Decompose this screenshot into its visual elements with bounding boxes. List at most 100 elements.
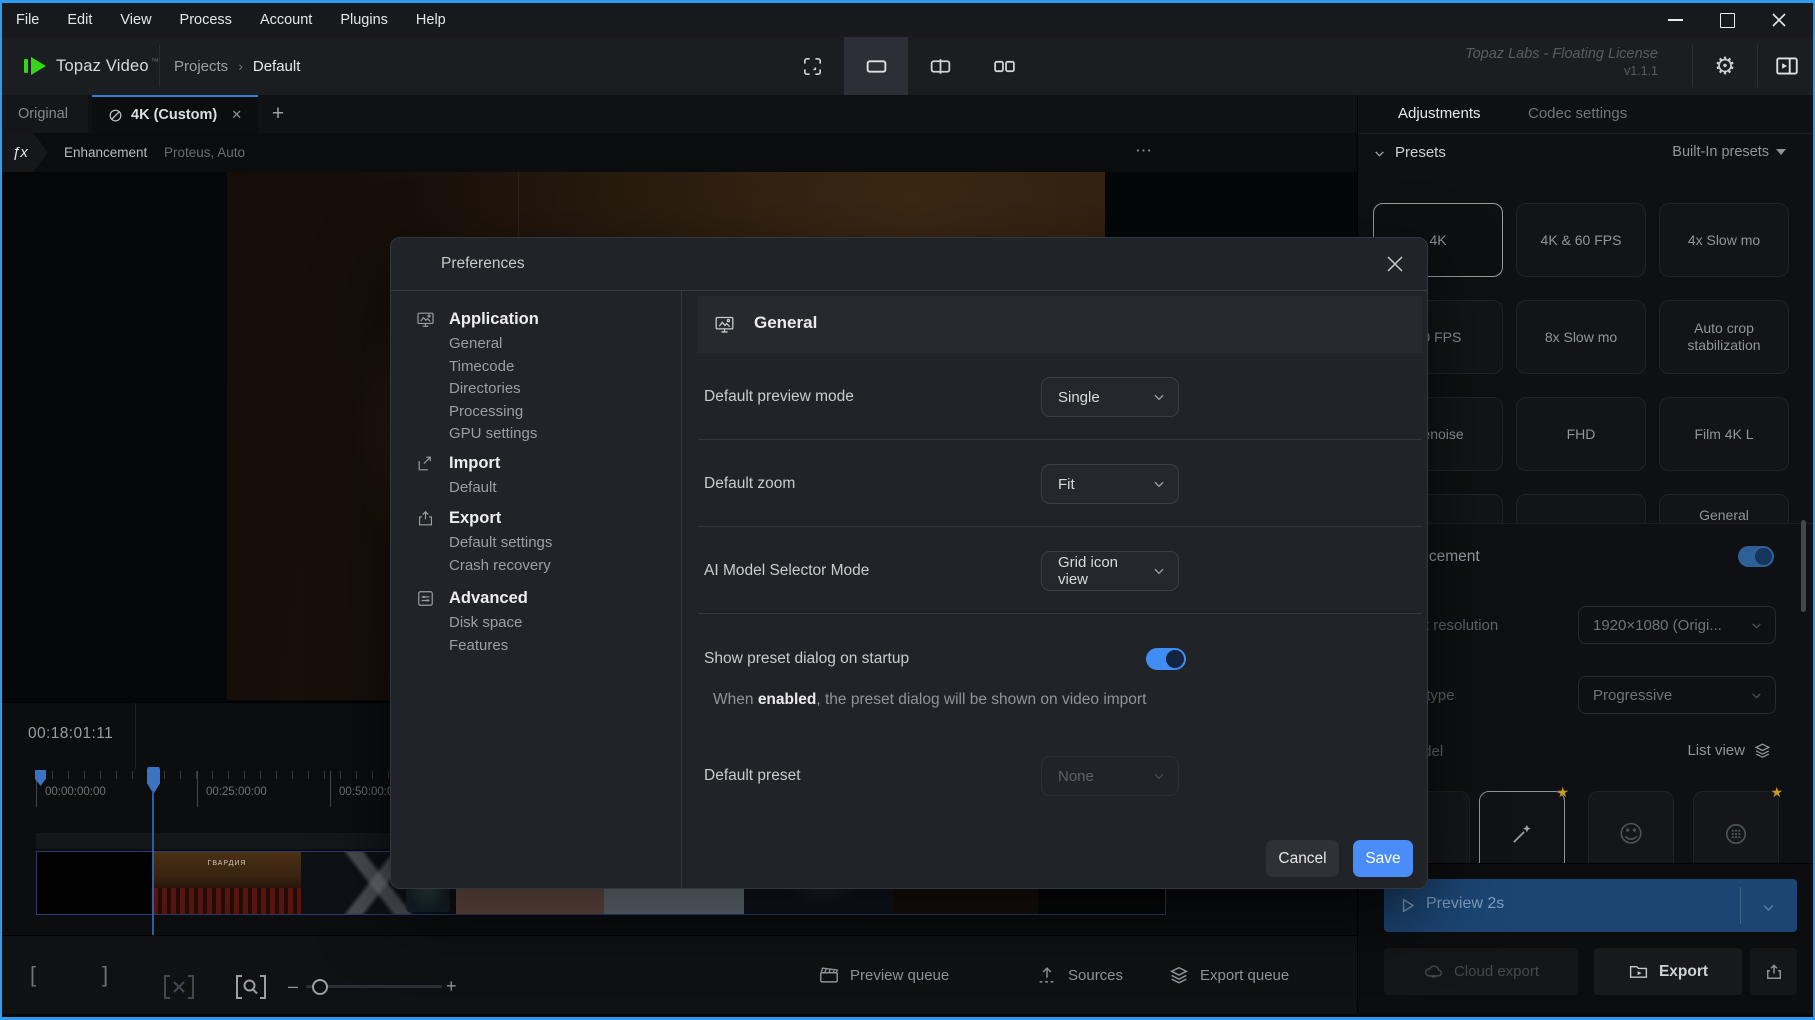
default-preview-mode-select[interactable]: Single (1041, 377, 1179, 417)
preset-card-4k-60fps[interactable]: 4K & 60 FPS (1516, 203, 1646, 277)
model-card-face[interactable]: ☺ (1588, 791, 1674, 864)
panel-scrollbar[interactable] (1801, 520, 1806, 612)
preset-card-auto-crop[interactable]: Auto crop stabilization (1659, 300, 1789, 374)
preset-card-8x-slow-mo[interactable]: 8x Slow mo (1516, 300, 1646, 374)
dialog-divider (698, 526, 1422, 527)
default-zoom-select[interactable]: Fit (1041, 464, 1179, 504)
sidebar-item-disk-space[interactable]: Disk space (449, 612, 528, 635)
thumbnail-black[interactable] (37, 852, 153, 914)
preset-card-film-4k-l[interactable]: Film 4K L (1659, 397, 1789, 471)
select-value: Fit (1058, 476, 1075, 493)
dialog-divider (698, 613, 1422, 614)
play-icon (1398, 896, 1417, 915)
close-button[interactable] (1753, 3, 1805, 37)
sidebar-item-gpu-settings[interactable]: GPU settings (449, 423, 539, 446)
timeline-zoom-slider-knob[interactable] (312, 979, 328, 995)
model-card-globe[interactable]: ★ (1693, 791, 1779, 864)
menu-help[interactable]: Help (402, 12, 460, 28)
sidebar-group-header[interactable]: Import (416, 454, 500, 473)
built-in-presets-dropdown[interactable]: Built-In presets (1672, 144, 1786, 160)
thumbnail-crowd[interactable]: ГВАРДИЯ (153, 852, 301, 914)
tab-codec-settings[interactable]: Codec settings (1528, 105, 1627, 122)
enhancement-toggle[interactable] (1738, 546, 1774, 567)
share-export-button[interactable] (1750, 948, 1797, 995)
ruler-major-tick-2 (197, 771, 198, 807)
advanced-sliders-icon (416, 589, 435, 608)
preview-mode-split-button[interactable] (908, 37, 972, 95)
minimize-button[interactable] (1649, 3, 1701, 37)
sidebar-group-header[interactable]: Advanced (416, 589, 528, 608)
cloud-export-button[interactable]: Cloud export (1384, 948, 1578, 995)
presets-header[interactable]: Presets Built-In presets (1358, 133, 1814, 173)
sources-label: Sources (1068, 967, 1123, 984)
maximize-button[interactable] (1701, 3, 1753, 37)
sidebar-item-default-settings[interactable]: Default settings (449, 532, 552, 555)
set-in-point-button[interactable]: [ (30, 962, 36, 988)
breadcrumb-projects[interactable]: Projects (174, 58, 228, 75)
show-preset-dialog-toggle[interactable] (1146, 648, 1186, 670)
tab-original[interactable]: Original (2, 95, 88, 133)
sidebar-item-crash-recovery[interactable]: Crash recovery (449, 555, 552, 578)
preview-mode-fullscreen-button[interactable] (780, 37, 844, 95)
add-tab-button[interactable]: + (260, 95, 296, 133)
timecode-cell: 00:18:01:11 (2, 703, 136, 769)
zoom-in-button[interactable]: + (446, 976, 457, 997)
tab-original-label: Original (18, 106, 68, 122)
preview-button[interactable]: Preview 2s (1384, 879, 1797, 932)
ruler-label-2: 00:25:00:00 (206, 786, 267, 798)
default-preset-label: Default preset (704, 767, 801, 785)
license-name: Topaz Labs - Floating License (1465, 46, 1658, 62)
preview-mode-single-button[interactable] (844, 37, 908, 95)
thumbnail-crowd-figures (153, 888, 301, 914)
trim-button[interactable] (162, 974, 196, 1000)
zoom-to-selection-button[interactable] (234, 974, 268, 1000)
menu-file[interactable]: File (2, 12, 53, 28)
sidebar-group-header[interactable]: Application (416, 310, 539, 329)
menu-process[interactable]: Process (166, 12, 246, 28)
tab-4k-custom[interactable]: 4K (Custom) ✕ (92, 95, 258, 133)
show-preset-dialog-label: Show preset dialog on startup (704, 650, 909, 668)
menu-edit[interactable]: Edit (53, 12, 106, 28)
tab-adjustments[interactable]: Adjustments (1398, 105, 1481, 122)
sidebar-item-timecode[interactable]: Timecode (449, 356, 539, 379)
sidebar-item-features[interactable]: Features (449, 635, 528, 658)
list-view-toggle[interactable]: List view (1687, 741, 1772, 760)
resolution-dropdown[interactable]: 1920×1080 (Origi... (1578, 606, 1776, 644)
tab-close-icon[interactable]: ✕ (231, 107, 242, 123)
toggle-panel-button[interactable] (1758, 37, 1815, 95)
video-type-dropdown[interactable]: Progressive (1578, 676, 1776, 714)
export-queue-button[interactable]: Export queue (1168, 964, 1289, 986)
preset-card-fhd[interactable]: FHD (1516, 397, 1646, 471)
breadcrumb: Projects › Default (174, 37, 300, 95)
dropdown-triangle-icon (1776, 149, 1786, 155)
save-button[interactable]: Save (1353, 840, 1413, 877)
dialog-header: Preferences (391, 238, 1427, 291)
chevron-down-icon (1152, 564, 1166, 578)
dialog-divider (698, 439, 1422, 440)
zoom-out-button[interactable]: – (288, 976, 298, 997)
sidebar-item-general[interactable]: General (449, 333, 539, 356)
preview-mode-side-by-side-button[interactable] (972, 37, 1036, 95)
menu-plugins[interactable]: Plugins (326, 12, 402, 28)
effect-more-button[interactable]: ⋯ (1135, 141, 1154, 161)
export-button[interactable]: Export (1594, 948, 1742, 995)
sources-button[interactable]: Sources (1036, 964, 1123, 986)
preview-queue-button[interactable]: Preview queue (818, 964, 949, 986)
preset-card-label: 8x Slow mo (1545, 329, 1617, 346)
sidebar-item-directories[interactable]: Directories (449, 378, 539, 401)
default-preset-select[interactable]: None (1041, 756, 1179, 796)
sidebar-item-import-default[interactable]: Default (449, 477, 500, 500)
dialog-close-icon[interactable] (1383, 252, 1407, 276)
menu-view[interactable]: View (106, 12, 165, 28)
model-card-selected[interactable]: ★ (1479, 791, 1565, 864)
settings-button[interactable]: ⚙ (1693, 37, 1757, 95)
effects-row[interactable]: ƒx Enhancement Proteus, Auto ⋯ (2, 133, 1368, 172)
sidebar-group-header[interactable]: Export (416, 509, 552, 528)
set-out-point-button[interactable]: ] (102, 962, 108, 988)
preset-card-4x-slow-mo[interactable]: 4x Slow mo (1659, 203, 1789, 277)
sidebar-item-processing[interactable]: Processing (449, 401, 539, 424)
menu-account[interactable]: Account (246, 12, 326, 28)
cancel-button[interactable]: Cancel (1266, 840, 1339, 877)
ai-model-selector-mode-select[interactable]: Grid icon view (1041, 551, 1179, 591)
chevron-down-icon[interactable] (1761, 900, 1776, 915)
